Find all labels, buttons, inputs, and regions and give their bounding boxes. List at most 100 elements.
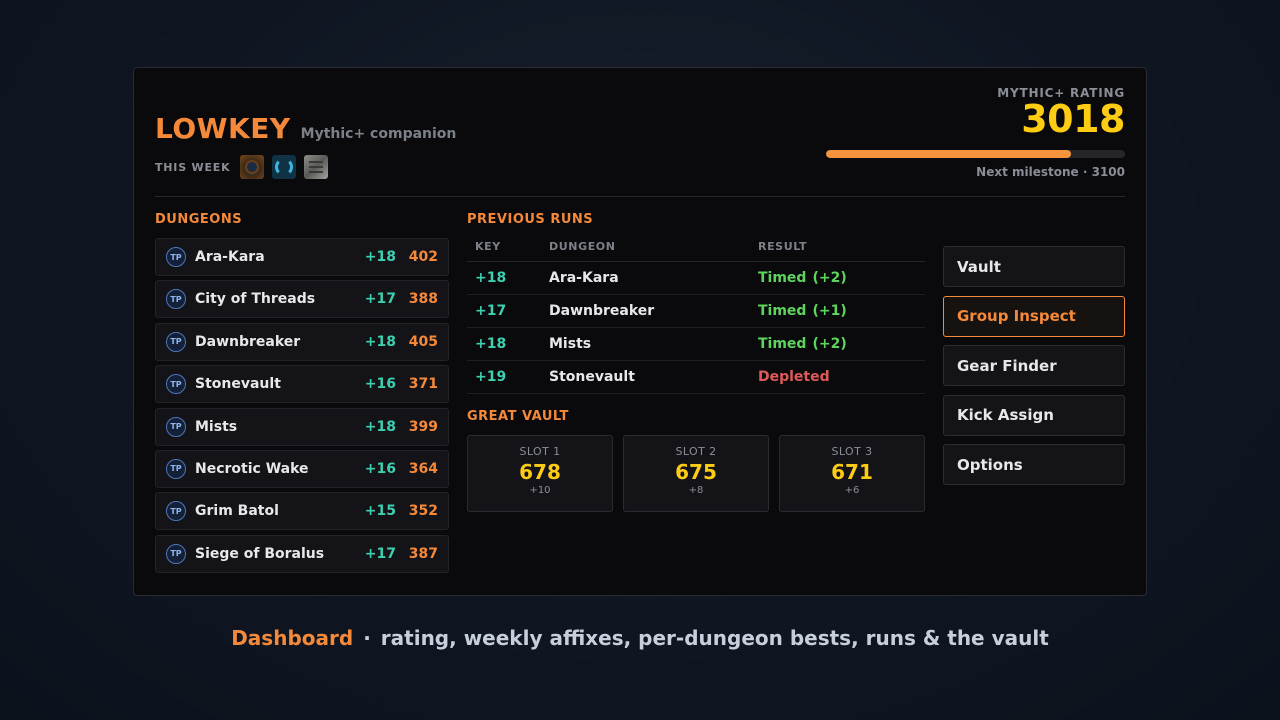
caption-separator: ·	[363, 626, 371, 650]
affix-stone-icon[interactable]	[304, 155, 329, 179]
caption-highlight: Dashboard	[231, 626, 354, 650]
dungeon-row[interactable]: TP City of Threads +17 388	[155, 280, 449, 319]
dungeon-key-level: +16	[364, 376, 396, 393]
dungeon-row[interactable]: TP Stonevault +16 371	[155, 365, 449, 404]
dungeon-row[interactable]: TP Dawnbreaker +18 405	[155, 322, 449, 361]
dungeon-score: 352	[408, 503, 438, 520]
run-dungeon: Mists	[549, 336, 592, 352]
dungeon-name: City of Threads	[195, 291, 316, 308]
vault-slot-key-level: +6	[844, 485, 860, 496]
previous-runs-table: KEY DUNGEON RESULT +18 Ara-Kara Timed (+2) +…	[467, 240, 925, 394]
teleport-button[interactable]: TP	[166, 501, 186, 522]
dungeon-key-level: +15	[364, 503, 396, 520]
next-milestone: Next milestone · 3100	[976, 165, 1125, 179]
gear-finder-button[interactable]: Gear Finder	[943, 345, 1125, 386]
vault-slot-label: SLOT 3	[831, 445, 873, 458]
runs-header: KEY DUNGEON RESULT	[467, 240, 925, 262]
brand-row: LOWKEY Mythic+ companion	[155, 112, 456, 145]
run-result: Timed (+1)	[758, 303, 847, 319]
teleport-button[interactable]: TP	[166, 416, 186, 437]
run-result-text: Timed	[758, 270, 807, 286]
runs-header-dungeon: DUNGEON	[549, 240, 616, 253]
dungeon-key-level: +18	[364, 333, 396, 350]
rating-block: MYTHIC+ RATING 3018 Next milestone · 310…	[825, 86, 1126, 179]
dungeon-score: 388	[408, 291, 438, 308]
run-key-level: +18	[475, 270, 507, 286]
run-result: Depleted	[758, 369, 830, 385]
previous-runs-title: PREVIOUS RUNS	[467, 212, 594, 227]
runs-header-key: KEY	[475, 240, 501, 253]
dungeon-name: Dawnbreaker	[195, 333, 301, 350]
options-button[interactable]: Options	[943, 444, 1125, 485]
run-row[interactable]: +19 Stonevault Depleted	[467, 361, 925, 394]
vault-slot-key-level: +8	[688, 485, 704, 496]
dungeon-list: TP Ara-Kara +18 402 TP City of Threads +17 388 T…	[155, 238, 449, 577]
run-result: Timed (+2)	[758, 336, 847, 352]
vault-slot[interactable]: SLOT 3 671 +6	[779, 435, 925, 512]
vault-slot-label: SLOT 2	[675, 445, 717, 458]
dungeon-key-level: +17	[364, 291, 396, 308]
run-dungeon: Ara-Kara	[549, 270, 619, 286]
dungeon-name: Mists	[195, 418, 238, 435]
dungeon-name: Siege of Boralus	[195, 545, 325, 562]
dungeon-row[interactable]: TP Ara-Kara +18 402	[155, 238, 449, 276]
run-row[interactable]: +18 Mists Timed (+2)	[467, 328, 925, 361]
group-inspect-button[interactable]: Group Inspect	[943, 295, 1125, 337]
run-dungeon: Dawnbreaker	[549, 303, 655, 319]
run-bonus: (+1)	[812, 303, 847, 319]
run-dungeon: Stonevault	[549, 369, 635, 385]
teleport-button[interactable]: TP	[166, 331, 186, 352]
this-week-label: THIS WEEK	[155, 160, 231, 174]
teleport-button[interactable]: TP	[166, 247, 186, 267]
app-title: LOWKEY	[155, 112, 291, 145]
run-result-text: Timed	[758, 336, 807, 352]
run-key-level: +19	[475, 369, 507, 385]
teleport-button[interactable]: TP	[166, 458, 186, 479]
dungeon-name: Necrotic Wake	[195, 460, 309, 477]
dashboard-panel: LOWKEY Mythic+ companion THIS WEEK MYTHI…	[133, 67, 1147, 596]
run-row[interactable]: +18 Ara-Kara Timed (+2)	[467, 262, 925, 295]
dungeon-name: Ara-Kara	[195, 249, 265, 265]
dungeon-score: 387	[408, 545, 438, 562]
rating-value: 3018	[1021, 97, 1125, 141]
run-bonus: (+2)	[812, 336, 847, 352]
teleport-button[interactable]: TP	[166, 289, 186, 310]
caption-text: rating, weekly affixes, per-dungeon best…	[380, 626, 1049, 650]
run-row[interactable]: +17 Dawnbreaker Timed (+1)	[467, 295, 925, 328]
vault-slot-label: SLOT 1	[519, 445, 561, 458]
rating-progress-bar	[826, 150, 1125, 158]
affix-spiral-icon[interactable]	[272, 155, 297, 179]
kick-assign-button[interactable]: Kick Assign	[943, 394, 1125, 436]
great-vault-slots: SLOT 1 678 +10 SLOT 2 675 +8 SLOT 3 671 +6	[467, 435, 925, 512]
run-key-level: +18	[475, 336, 507, 352]
vault-slot-key-level: +10	[529, 485, 551, 496]
vault-slot[interactable]: SLOT 1 678 +10	[467, 435, 613, 512]
dungeon-row[interactable]: TP Grim Batol +15 352	[155, 492, 449, 531]
weekly-affixes: THIS WEEK	[155, 155, 336, 179]
dungeon-score: 402	[408, 249, 438, 265]
run-bonus: (+2)	[812, 270, 847, 286]
app-subtitle: Mythic+ companion	[300, 126, 457, 142]
dungeon-row[interactable]: TP Siege of Boralus +17 387	[155, 534, 449, 573]
action-buttons: Vault Group Inspect Gear Finder Kick Assign…	[943, 246, 1125, 494]
dungeon-score: 405	[408, 333, 438, 350]
vault-slot-item-level: 675	[675, 460, 717, 484]
dungeon-key-level: +18	[364, 418, 396, 435]
dungeon-row[interactable]: TP Necrotic Wake +16 364	[155, 449, 449, 488]
runs-body: +18 Ara-Kara Timed (+2) +17 Dawnbreaker Timed (…	[467, 262, 925, 394]
run-result-text: Depleted	[758, 369, 830, 385]
great-vault-title: GREAT VAULT	[467, 409, 569, 424]
vault-slot[interactable]: SLOT 2 675 +8	[623, 435, 769, 512]
run-result-text: Timed	[758, 303, 807, 319]
teleport-button[interactable]: TP	[166, 374, 186, 395]
dungeons-title: DUNGEONS	[155, 212, 243, 227]
affix-bolster-icon[interactable]	[240, 155, 265, 179]
dungeon-score: 364	[408, 460, 438, 477]
run-key-level: +17	[475, 303, 507, 319]
dungeon-name: Grim Batol	[195, 503, 279, 520]
dungeon-score: 371	[408, 376, 438, 393]
teleport-button[interactable]: TP	[166, 543, 186, 564]
run-result: Timed (+2)	[758, 270, 847, 286]
vault-button[interactable]: Vault	[943, 246, 1125, 287]
dungeon-row[interactable]: TP Mists +18 399	[155, 407, 449, 446]
